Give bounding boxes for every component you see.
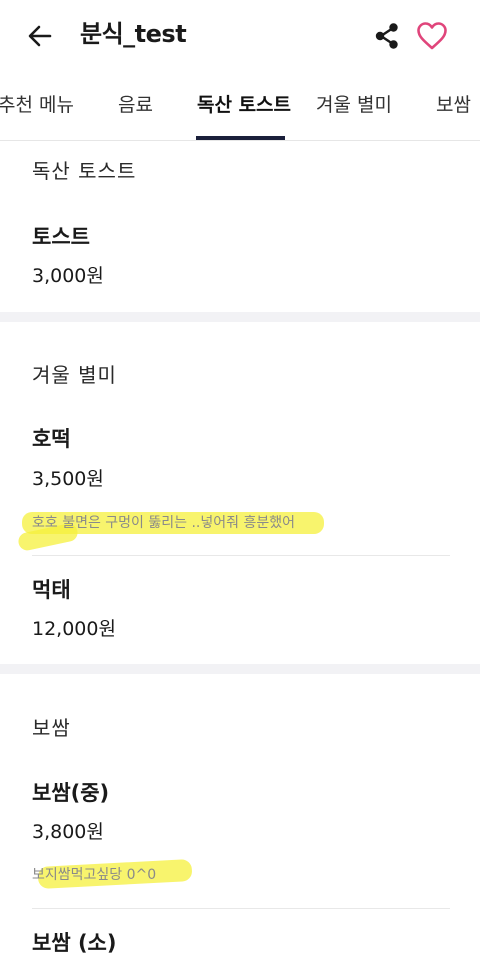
tab-bossam[interactable]: 보쌈	[436, 90, 471, 120]
section-title: 독산 토스트	[32, 159, 137, 183]
section-separator	[0, 664, 480, 674]
tab-recommended[interactable]: 추천 메뉴	[0, 90, 74, 120]
heart-outline-icon	[416, 21, 448, 51]
menu-item-description: 호호 불면은 구멍이 뚫리는 ..넣어줘 흥분했어	[32, 515, 295, 531]
active-tab-indicator	[196, 136, 285, 140]
menu-item-description: 보지쌈먹고싶당 0^0	[32, 867, 157, 883]
page-title: 분식_test	[80, 20, 187, 48]
menu-item-price: 3,000원	[32, 265, 104, 287]
section-title: 겨울 별미	[32, 363, 117, 387]
menu-item-price: 3,800원	[32, 821, 104, 843]
section-separator	[0, 312, 480, 322]
item-divider	[32, 555, 450, 556]
share-icon	[374, 22, 400, 50]
menu-item-price: 12,000원	[32, 618, 116, 640]
tab-drinks[interactable]: 음료	[118, 90, 153, 120]
back-button[interactable]	[22, 19, 58, 53]
arrow-left-icon	[27, 23, 53, 49]
section-title: 보쌈	[32, 716, 71, 740]
menu-item-name[interactable]: 먹태	[32, 574, 71, 606]
share-button[interactable]	[370, 18, 404, 54]
menu-item-price: 3,500원	[32, 468, 104, 490]
menu-item-name[interactable]: 호떡	[32, 423, 71, 455]
category-tabs: 추천 메뉴 음료 독산 토스트 겨울 별미 보쌈	[0, 72, 480, 141]
menu-item-name[interactable]: 보쌈 (소)	[32, 927, 116, 959]
app-header: 분식_test	[0, 0, 480, 72]
tab-doksan-toast[interactable]: 독산 토스트	[197, 90, 291, 120]
favorite-button[interactable]	[413, 17, 451, 55]
tab-winter-special[interactable]: 겨울 별미	[316, 90, 392, 120]
menu-item-name[interactable]: 보쌈(중)	[32, 777, 109, 809]
item-divider	[32, 908, 450, 909]
menu-item-name[interactable]: 토스트	[32, 221, 90, 253]
